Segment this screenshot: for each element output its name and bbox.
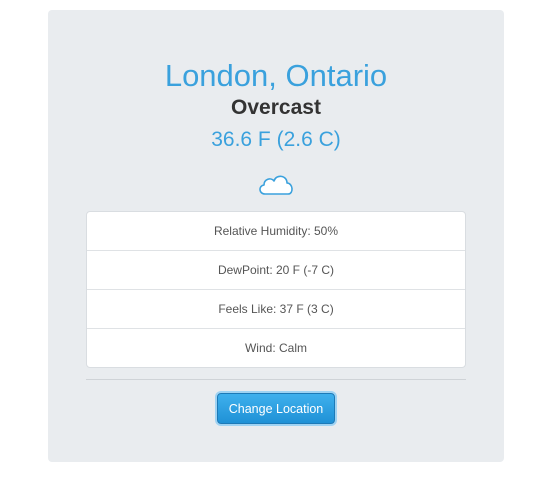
- feels-like-item: Feels Like: 37 F (3 C): [87, 289, 465, 328]
- wind-item: Wind: Calm: [87, 328, 465, 367]
- weather-details-list: Relative Humidity: 50% DewPoint: 20 F (-…: [86, 211, 466, 368]
- change-location-button[interactable]: Change Location: [217, 393, 335, 424]
- temperature: 36.6 F (2.6 C): [211, 128, 341, 151]
- weather-condition: Overcast: [231, 96, 321, 119]
- dewpoint-item: DewPoint: 20 F (-7 C): [87, 250, 465, 289]
- weather-card: London, Ontario Overcast 36.6 F (2.6 C) …: [48, 10, 504, 462]
- location-title: London, Ontario: [164, 58, 388, 93]
- cloud-icon: [259, 175, 293, 195]
- humidity-item: Relative Humidity: 50%: [213, 224, 339, 238]
- divider: [86, 379, 466, 380]
